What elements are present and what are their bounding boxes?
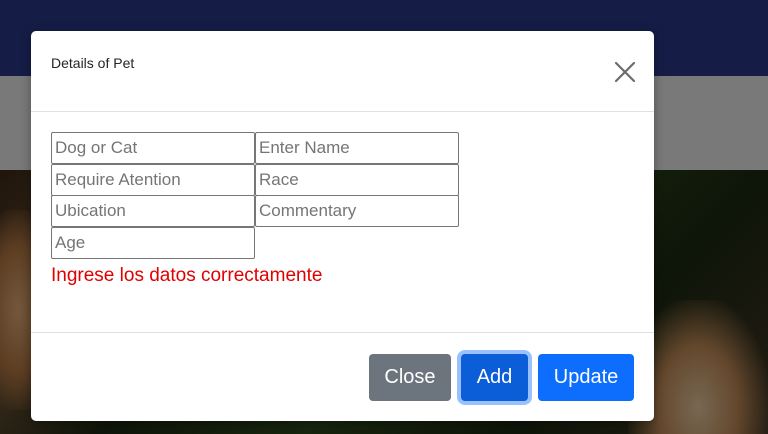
close-button[interactable]: Close: [369, 354, 451, 401]
update-button[interactable]: Update: [538, 354, 634, 401]
race-input[interactable]: [255, 164, 459, 196]
close-icon[interactable]: [611, 58, 639, 86]
modal-footer: Close Add Update: [31, 332, 654, 422]
location-input[interactable]: [51, 195, 255, 227]
page: Details of Pet Ingrese los datos correct…: [0, 0, 768, 434]
add-button[interactable]: Add: [461, 354, 528, 401]
pet-details-modal: Details of Pet Ingrese los datos correct…: [31, 31, 654, 421]
pet-type-input[interactable]: [51, 132, 255, 164]
modal-title: Details of Pet: [51, 55, 135, 71]
modal-body: Ingrese los datos correctamente: [31, 112, 654, 332]
age-input[interactable]: [51, 227, 255, 259]
attention-input[interactable]: [51, 164, 255, 196]
error-message: Ingrese los datos correctamente: [51, 265, 323, 286]
modal-header: Details of Pet: [31, 31, 654, 112]
commentary-input[interactable]: [255, 195, 459, 227]
pet-name-input[interactable]: [255, 132, 459, 164]
